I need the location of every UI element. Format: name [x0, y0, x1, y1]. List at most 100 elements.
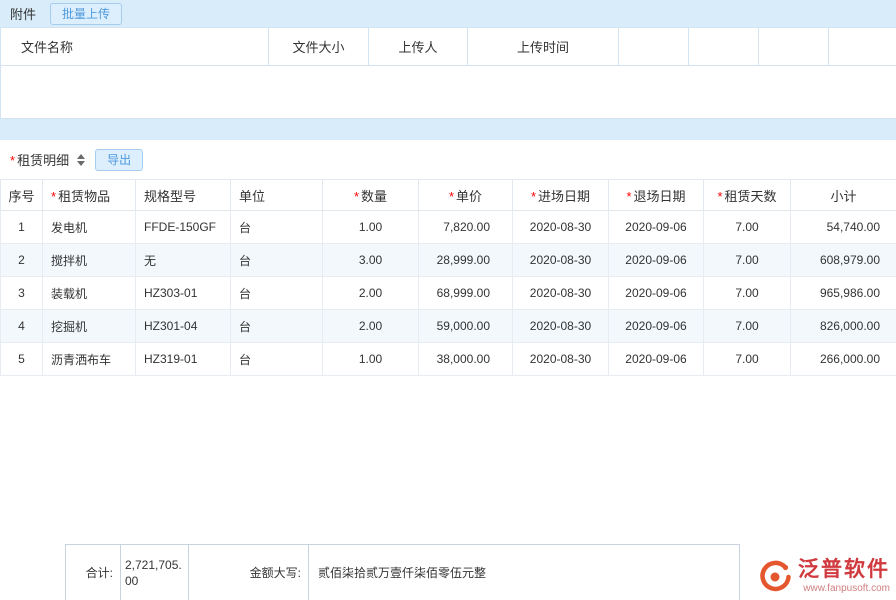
rental-table-cell: 2020-08-30: [513, 244, 609, 277]
rental-table-row[interactable]: 4挖掘机HZ301-04台2.0059,000.002020-08-302020…: [1, 310, 896, 343]
rental-table-cell: 台: [231, 310, 323, 343]
attachment-column-header: 上传时间: [468, 28, 619, 66]
attachment-column-header: [689, 28, 759, 66]
rental-table-cell: 3.00: [323, 244, 419, 277]
rental-table-cell: 59,000.00: [419, 310, 513, 343]
attachment-column-header: [759, 28, 829, 66]
attachment-table: 文件名称文件大小上传人上传时间: [0, 27, 896, 119]
rental-table-cell: 266,000.00: [791, 343, 896, 376]
rental-table-cell: 1.00: [323, 211, 419, 244]
rental-section-title: *租赁明细: [10, 150, 69, 169]
rental-column-header: *进场日期: [513, 180, 609, 211]
required-asterisk: *: [10, 153, 15, 168]
rental-table-cell: 2020-09-06: [609, 277, 704, 310]
rental-table-cell: 38,000.00: [419, 343, 513, 376]
rental-table-cell: 7.00: [704, 310, 791, 343]
rental-column-header: *租赁天数: [704, 180, 791, 211]
rental-table-row[interactable]: 5沥青洒布车HZ319-01台1.0038,000.002020-08-3020…: [1, 343, 896, 376]
tab-attachments[interactable]: 附件: [10, 4, 36, 23]
sort-up-icon[interactable]: [77, 154, 85, 159]
rental-column-header: 规格型号: [136, 180, 231, 211]
rental-table-cell: 2: [1, 244, 43, 277]
rental-table-cell: 7.00: [704, 343, 791, 376]
required-asterisk: *: [717, 189, 722, 204]
rental-column-header: 单位: [231, 180, 323, 211]
rental-table-cell: 2.00: [323, 310, 419, 343]
rental-table-cell: 发电机: [43, 211, 136, 244]
brand-url: www.fanpusoft.com: [803, 582, 890, 595]
rental-table-row[interactable]: 3装载机HZ303-01台2.0068,999.002020-08-302020…: [1, 277, 896, 310]
rental-table-cell: 台: [231, 343, 323, 376]
rental-column-header: 序号: [1, 180, 43, 211]
fanpu-logo-icon: [757, 559, 793, 595]
attachment-column-header: [829, 28, 896, 66]
rental-table-cell: HZ303-01: [136, 277, 231, 310]
rental-table-cell: HZ301-04: [136, 310, 231, 343]
rental-table-cell: 7.00: [704, 244, 791, 277]
rental-table-cell: 2020-08-30: [513, 343, 609, 376]
rental-table-cell: 5: [1, 343, 43, 376]
total-label: 合计:: [66, 545, 121, 600]
rental-table-cell: 1.00: [323, 343, 419, 376]
rental-table-cell: 2020-08-30: [513, 310, 609, 343]
brand-name: 泛普软件: [798, 558, 890, 582]
attachment-column-header: 文件大小: [269, 28, 369, 66]
rental-table-cell: 965,986.00: [791, 277, 896, 310]
rental-details-panel: *租赁明细 导出 序号*租赁物品规格型号单位*数量*单价*进场日期*退场日期*租…: [0, 140, 896, 600]
rental-table-row[interactable]: 1发电机FFDE-150GF台1.007,820.002020-08-30202…: [1, 211, 896, 244]
attachment-tabs-row: 附件 批量上传: [0, 0, 896, 27]
rental-table-cell: 沥青洒布车: [43, 343, 136, 376]
required-asterisk: *: [449, 189, 454, 204]
rental-table-cell: 挖掘机: [43, 310, 136, 343]
required-asterisk: *: [531, 189, 536, 204]
attachment-header-row: 文件名称文件大小上传人上传时间: [1, 28, 896, 66]
rental-table-cell: 2020-09-06: [609, 343, 704, 376]
page: { "attachments": { "tab_label": "附件", "b…: [0, 0, 896, 600]
rental-table-cell: FFDE-150GF: [136, 211, 231, 244]
rental-table: 序号*租赁物品规格型号单位*数量*单价*进场日期*退场日期*租赁天数小计 1发电…: [0, 179, 896, 376]
rental-table-cell: 826,000.00: [791, 310, 896, 343]
rental-table-cell: 3: [1, 277, 43, 310]
rental-table-cell: 54,740.00: [791, 211, 896, 244]
rental-table-cell: 装载机: [43, 277, 136, 310]
attachment-column-header: 上传人: [369, 28, 468, 66]
rental-table-row[interactable]: 2搅拌机无台3.0028,999.002020-08-302020-09-067…: [1, 244, 896, 277]
rental-table-cell: 7.00: [704, 211, 791, 244]
batch-upload-button[interactable]: 批量上传: [50, 3, 122, 25]
rental-column-header: *数量: [323, 180, 419, 211]
brand-text: 泛普软件 www.fanpusoft.com: [798, 558, 890, 595]
attachment-table-empty-row: [1, 66, 896, 119]
rental-header-row: 序号*租赁物品规格型号单位*数量*单价*进场日期*退场日期*租赁天数小计: [1, 180, 896, 211]
rental-table-cell: 1: [1, 211, 43, 244]
rental-section-title-text: 租赁明细: [17, 153, 69, 168]
rental-table-cell: 2020-09-06: [609, 244, 704, 277]
sort-down-icon[interactable]: [77, 161, 85, 166]
rental-column-header: *退场日期: [609, 180, 704, 211]
export-button[interactable]: 导出: [95, 149, 143, 171]
rental-table-cell: 台: [231, 244, 323, 277]
rental-table-cell: 68,999.00: [419, 277, 513, 310]
amount-words-value: 贰佰柒拾贰万壹仟柒佰零伍元整: [309, 545, 739, 600]
attachment-column-header: 文件名称: [1, 28, 269, 66]
rental-table-cell: HZ319-01: [136, 343, 231, 376]
rental-table-cell: 2020-09-06: [609, 310, 704, 343]
required-asterisk: *: [354, 189, 359, 204]
sort-spinner-icon[interactable]: [77, 154, 85, 166]
rental-table-cell: 608,979.00: [791, 244, 896, 277]
rental-table-cell: 7,820.00: [419, 211, 513, 244]
rental-table-cell: 2020-08-30: [513, 277, 609, 310]
rental-table-cell: 4: [1, 310, 43, 343]
rental-table-cell: 28,999.00: [419, 244, 513, 277]
rental-table-cell: 2020-08-30: [513, 211, 609, 244]
rental-table-cell: 7.00: [704, 277, 791, 310]
rental-toolbar: *租赁明细 导出: [0, 140, 896, 179]
amount-words-label: 金额大写:: [189, 545, 309, 600]
rental-table-cell: 无: [136, 244, 231, 277]
rental-table-cell: 2020-09-06: [609, 211, 704, 244]
rental-table-cell: 台: [231, 211, 323, 244]
rental-column-header: *单价: [419, 180, 513, 211]
attachment-column-header: [619, 28, 689, 66]
rental-column-header: *租赁物品: [43, 180, 136, 211]
rental-table-body: 1发电机FFDE-150GF台1.007,820.002020-08-30202…: [1, 211, 896, 376]
required-asterisk: *: [51, 189, 56, 204]
